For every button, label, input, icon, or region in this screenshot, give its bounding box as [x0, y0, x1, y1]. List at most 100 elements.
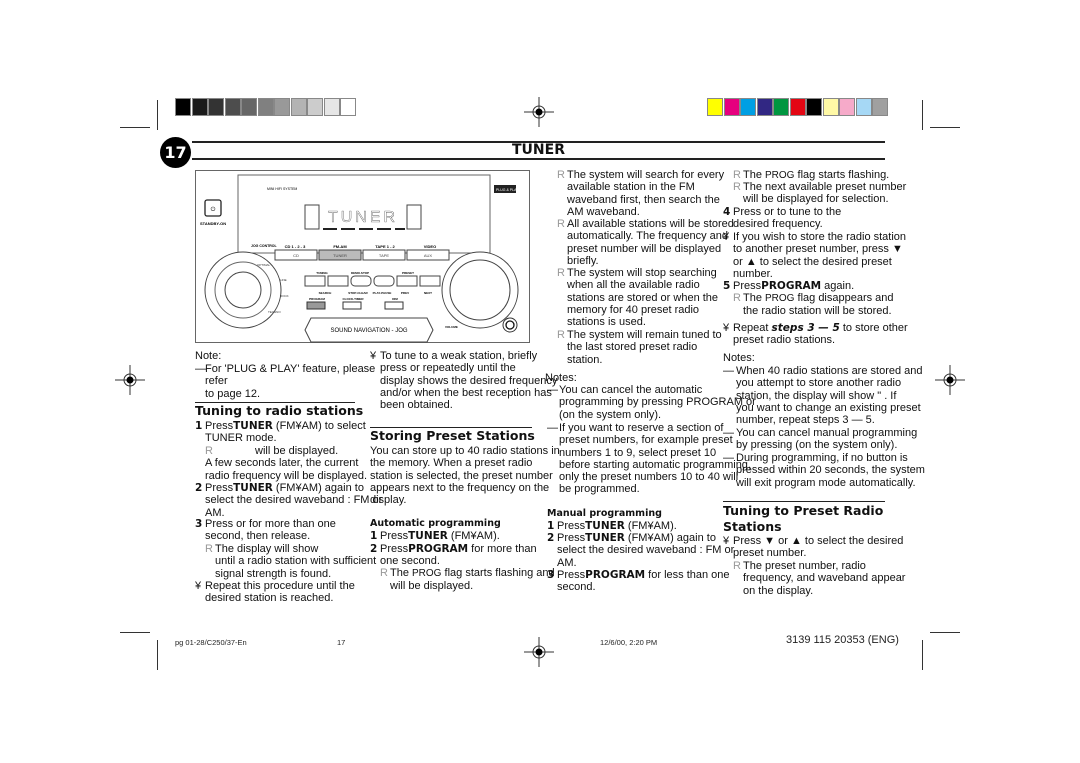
svg-text:ROCK: ROCK: [280, 294, 289, 298]
crop-mark: [120, 127, 150, 128]
crop-mark: [922, 100, 923, 130]
crop-mark: [157, 640, 158, 670]
color-swatch: [323, 98, 340, 116]
color-swatch: [340, 98, 356, 116]
footer-file: pg 01-28/C250/37-En: [175, 638, 247, 647]
color-swatch: [740, 98, 756, 116]
note-label: Note:: [195, 350, 222, 362]
color-swatch: [773, 98, 789, 116]
crop-mark: [157, 100, 158, 130]
manual-step-1: 1 PressTUNER (FM¥AM).: [547, 520, 677, 532]
color-swatch: [175, 98, 191, 116]
manual-step-5-result: R The PROG flag disappears and the radio …: [733, 292, 894, 318]
page-number-badge: 17: [160, 137, 191, 168]
notes-label: Notes:: [545, 372, 577, 384]
svg-text:PRESET: PRESET: [402, 271, 414, 275]
manual-step-4: 4 Press or to tune to the desired frequen…: [723, 206, 842, 231]
crop-mark: [930, 127, 960, 128]
step-1-result: Rwill be displayed. A few seconds later,…: [205, 445, 368, 482]
color-swatch: [789, 98, 806, 116]
svg-text:VIDEO: VIDEO: [424, 244, 436, 249]
svg-text:NEXT: NEXT: [424, 291, 432, 295]
svg-text:PREV: PREV: [401, 291, 409, 295]
auto-result-3: R The system will stop searching when all…: [557, 267, 719, 329]
section-rule: [723, 501, 885, 502]
manual-step-2: 2 PressTUNER (FM¥AM) again to select the …: [547, 532, 735, 569]
storing-intro: You can store up to 40 radio stations in…: [370, 445, 560, 507]
color-swatch: [290, 98, 307, 116]
svg-text:FM-AM: FM-AM: [333, 244, 347, 249]
svg-text:TUNER: TUNER: [333, 253, 347, 258]
registration-mark-icon: [524, 637, 554, 667]
color-swatch: [707, 98, 723, 116]
svg-text:TECHNO: TECHNO: [268, 310, 281, 314]
brand-label: MINI HIFI SYSTEM: [267, 187, 297, 191]
registration-mark-icon: [524, 97, 554, 127]
crop-mark: [120, 632, 150, 633]
auto-result-4: R The system will remain tuned to the las…: [557, 329, 722, 366]
manual-step-3: 3 PressPROGRAM for less than one second.: [547, 569, 730, 594]
manual-note-3: — During programming, if no button is pre…: [723, 452, 925, 489]
color-swatch: [274, 98, 290, 116]
subheading-automatic: Automatic programming: [370, 518, 501, 529]
svg-text:CLOCK-TIMER: CLOCK-TIMER: [343, 297, 365, 301]
svg-text:TAPE 1 - 2: TAPE 1 - 2: [375, 244, 395, 249]
svg-text:DIM: DIM: [392, 297, 398, 301]
color-swatch: [307, 98, 323, 116]
manual-note-2: — You can cancel manual programming by pr…: [723, 427, 918, 452]
auto-step-2: 2 PressPROGRAM for more than one second.: [370, 543, 537, 568]
svg-text:VOLUME: VOLUME: [445, 325, 458, 329]
svg-text:AUX: AUX: [424, 253, 433, 258]
section-heading-preset: Tuning to Preset Radio Stations: [723, 503, 884, 534]
volume-knob: [441, 251, 519, 329]
manual-note-1: — When 40 radio stations are stored and y…: [723, 365, 923, 427]
step-2: 2 PressTUNER (FM¥AM) again to select the …: [195, 482, 383, 519]
registration-mark-icon: [115, 365, 145, 395]
preset-select-instruction: ¥ Press ▼ or ▲ to select the desired pres…: [723, 535, 904, 560]
svg-text:PLUG & PLAY: PLUG & PLAY: [496, 188, 519, 192]
svg-text:SEARCH: SEARCH: [319, 291, 332, 295]
svg-text:STANDBY-ON: STANDBY-ON: [200, 221, 226, 226]
plug-play-note: — For 'PLUG & PLAY' feature, please refer…: [195, 363, 376, 400]
power-icon: ⏻: [211, 206, 216, 213]
svg-text:CD: CD: [293, 253, 299, 258]
svg-text:DEMO-STOP: DEMO-STOP: [351, 271, 369, 275]
color-swatch: [241, 98, 257, 116]
display-readout: TUNER: [328, 209, 398, 226]
manual-step-5: 5 PressPROGRAM again.: [723, 280, 855, 292]
auto-step-1: 1 PressTUNER (FM¥AM).: [370, 530, 500, 542]
svg-text:TAPE: TAPE: [379, 253, 389, 258]
section-heading-storing: Storing Preset Stations: [370, 428, 535, 443]
step-3: 3 Press or for more than one second, then…: [195, 518, 336, 543]
color-swatch: [208, 98, 224, 116]
svg-text:SOUND NAVIGATION - JOG: SOUND NAVIGATION - JOG: [330, 328, 407, 334]
footer-code: 3139 115 20353 (ENG): [786, 634, 899, 646]
crop-mark: [930, 632, 960, 633]
notes-label: Notes:: [723, 352, 755, 364]
device-front-panel-illustration: MINI HIFI SYSTEM PLUG & PLAY ⏻ STANDBY-O…: [195, 170, 530, 343]
crop-mark: [922, 640, 923, 670]
weak-station-tip: ¥ To tune to a weak station, briefly pres…: [370, 350, 558, 412]
svg-text:JOG CONTROL: JOG CONTROL: [251, 244, 278, 248]
footer-date: 12/6/00, 2:20 PM: [600, 638, 658, 647]
header-rule-bottom: [192, 158, 885, 160]
subheading-manual: Manual programming: [547, 508, 662, 519]
footer-page: 17: [337, 638, 346, 647]
auto-result-2: R All available stations will be stored a…: [557, 218, 734, 267]
color-swatch: [822, 98, 839, 116]
page-title: TUNER: [512, 142, 565, 158]
store-other-preset-tip: ¥ If you wish to store the radio station …: [723, 231, 907, 280]
color-swatch: [191, 98, 208, 116]
step-1: 1 PressTUNER (FM¥AM) to select TUNER mode…: [195, 420, 366, 445]
svg-text:LINE: LINE: [280, 278, 287, 282]
svg-text:CD 1 - 2 - 3: CD 1 - 2 - 3: [285, 244, 306, 249]
svg-text:TUNING: TUNING: [316, 271, 328, 275]
color-swatch: [872, 98, 888, 116]
auto-step-2-result: R The PROG flag starts flashing and will …: [380, 567, 555, 593]
repeat-steps-tip: ¥ Repeat steps 3 — 5 to store other prese…: [723, 322, 908, 347]
repeat-instruction: ¥ Repeat this procedure until the desired…: [195, 580, 355, 605]
color-swatch: [723, 98, 740, 116]
color-swatch: [839, 98, 855, 116]
svg-text:OPTIMAL: OPTIMAL: [257, 263, 271, 267]
auto-result-1: R The system will search for every availa…: [557, 169, 725, 218]
